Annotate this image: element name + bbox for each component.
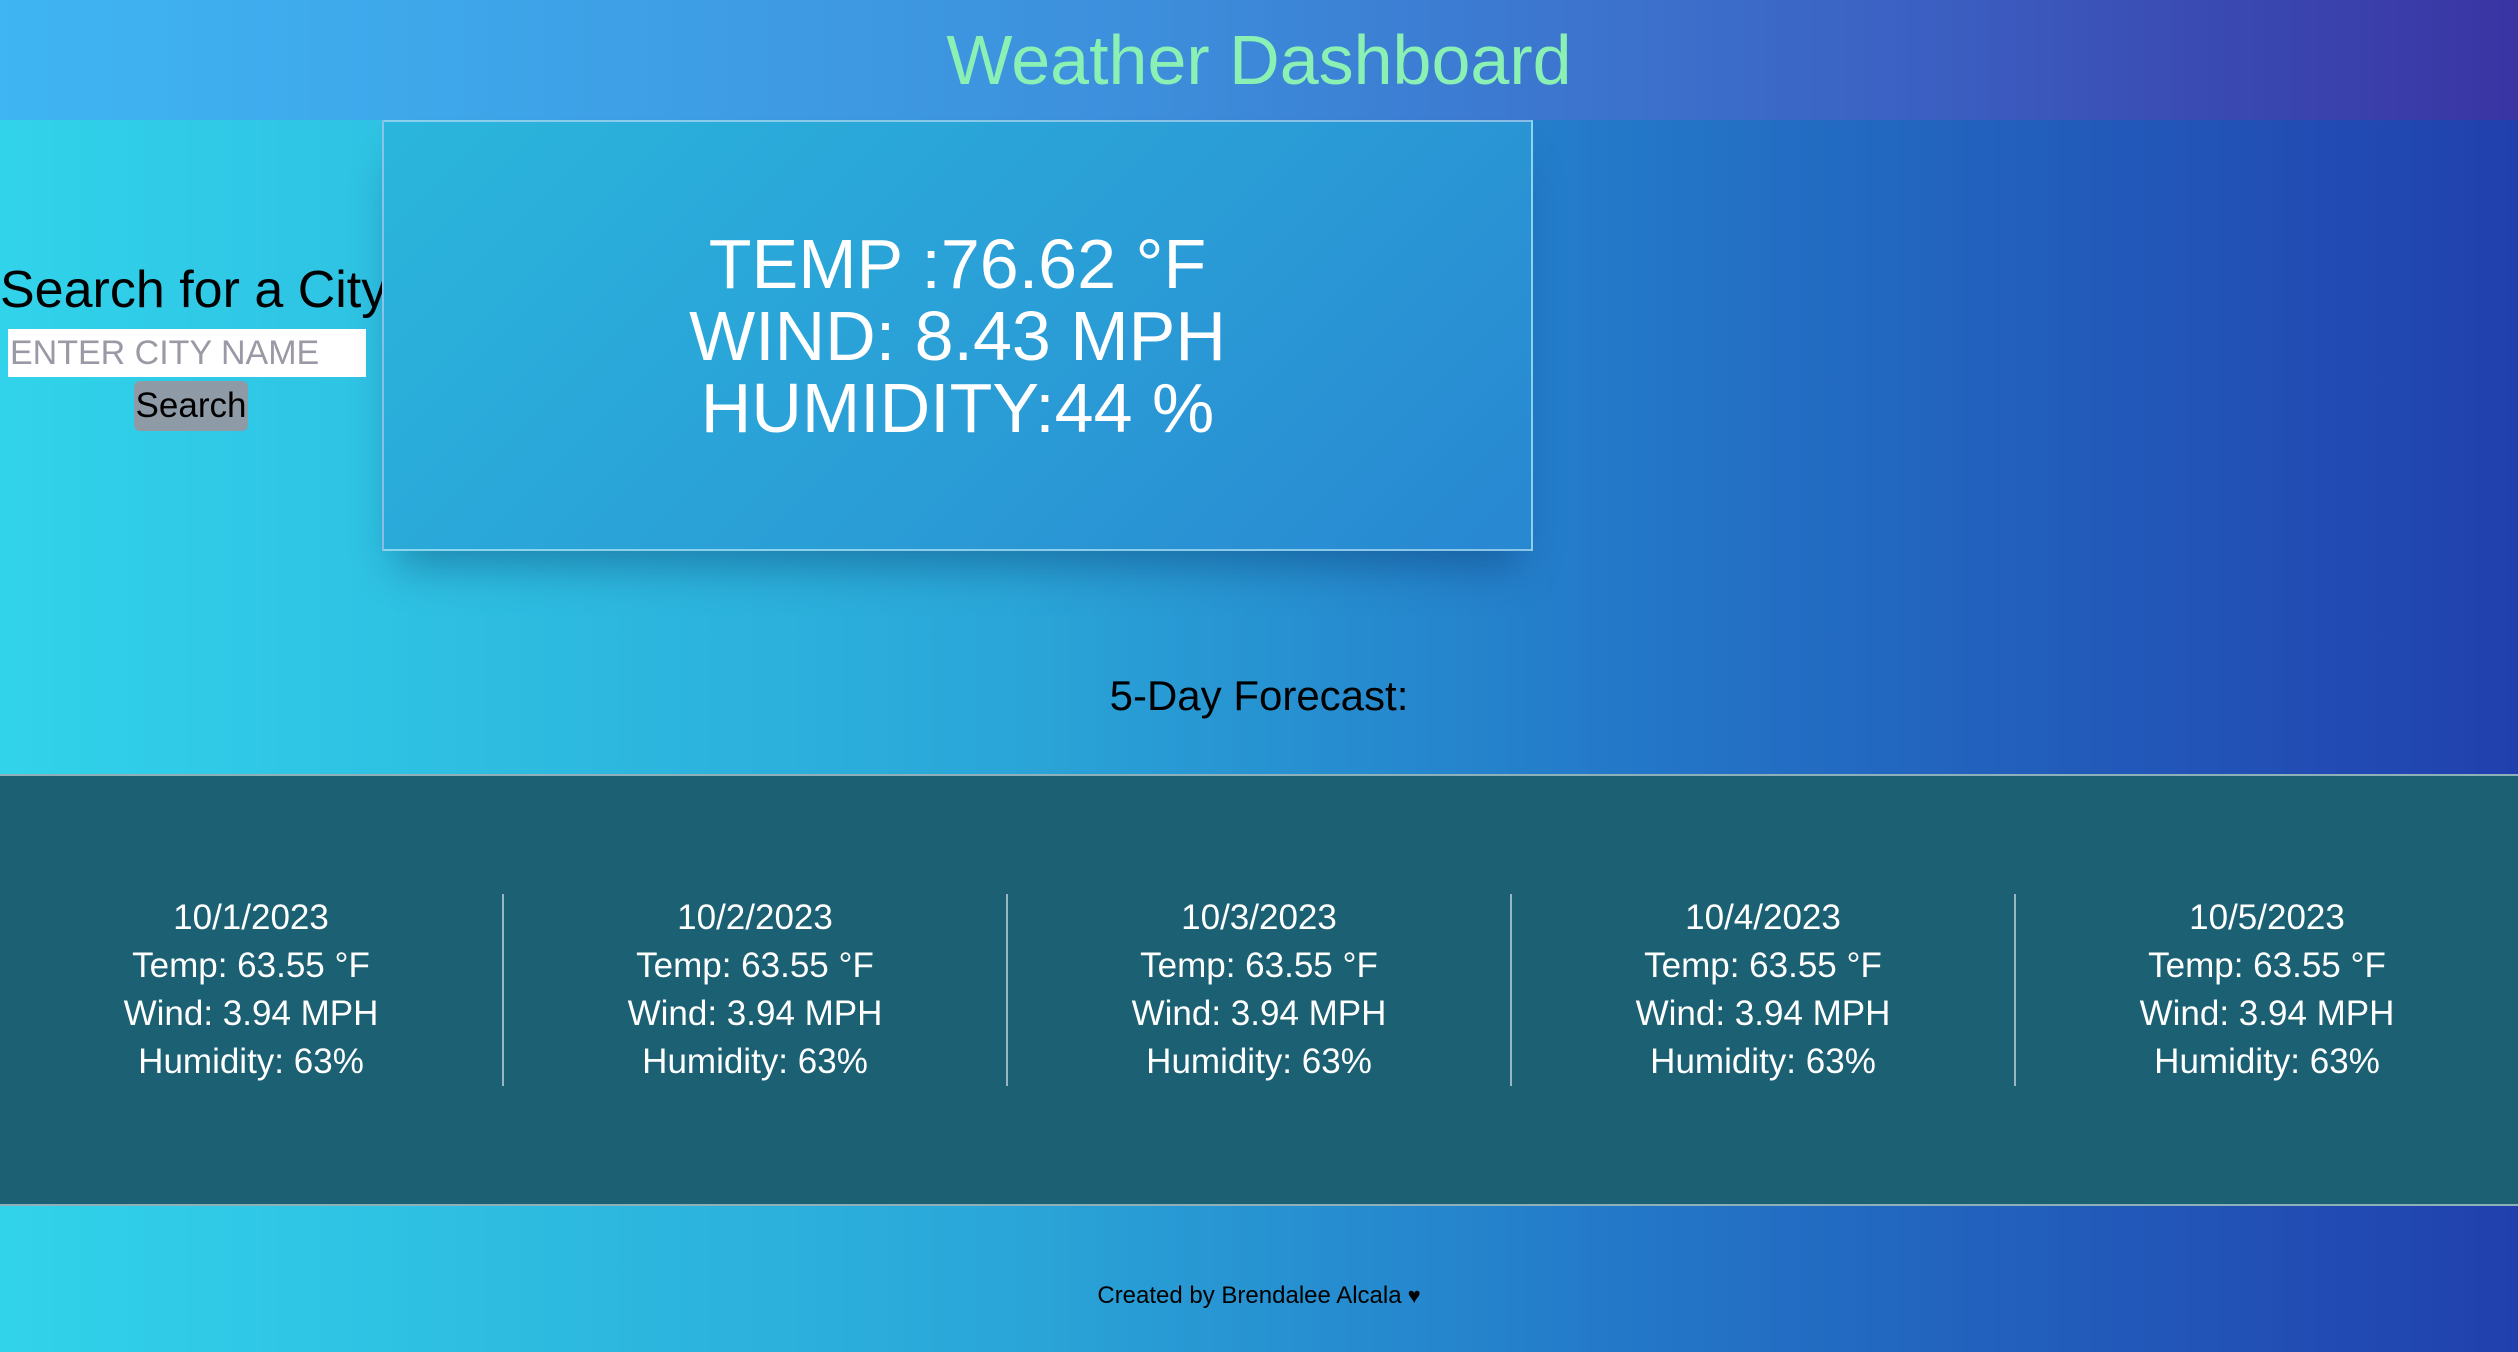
forecast-date: 10/3/2023 [1181,898,1337,937]
forecast-humidity: Humidity: 63% [1650,1042,1876,1081]
page-header: Weather Dashboard [0,0,2518,120]
heart-icon: ♥ [1407,1283,1421,1308]
forecast-humidity: Humidity: 63% [642,1042,868,1081]
forecast-date: 10/2/2023 [677,898,833,937]
page-title: Weather Dashboard [946,21,1572,99]
forecast-temp: Temp: 63.55 °F [1140,946,1378,985]
city-search-panel: Search for a City: Search [0,255,402,431]
forecast-temp: Temp: 63.55 °F [2148,946,2386,985]
forecast-temp: Temp: 63.55 °F [1644,946,1882,985]
current-humidity: HUMIDITY:44 % [700,368,1215,447]
forecast-day-card: 10/1/2023 Temp: 63.55 °F Wind: 3.94 MPH … [0,894,502,1086]
search-label: Search for a City: [0,261,402,319]
current-weather-card: TEMP :76.62 °F WIND: 8.43 MPH HUMIDITY:4… [382,120,1533,551]
forecast-wind: Wind: 3.94 MPH [2139,994,2395,1033]
page-footer: Created by Brendalee Alcala ♥ [0,1282,2518,1310]
forecast-day-card: 10/3/2023 Temp: 63.55 °F Wind: 3.94 MPH … [1006,894,1510,1086]
forecast-humidity: Humidity: 63% [1146,1042,1372,1081]
current-temp: TEMP :76.62 °F [708,224,1207,303]
forecast-temp: Temp: 63.55 °F [132,946,370,985]
forecast-day-card: 10/5/2023 Temp: 63.55 °F Wind: 3.94 MPH … [2014,894,2518,1086]
current-wind: WIND: 8.43 MPH [689,296,1226,375]
forecast-row: 10/1/2023 Temp: 63.55 °F Wind: 3.94 MPH … [0,774,2518,1206]
forecast-title: 5-Day Forecast: [1109,672,1409,719]
forecast-humidity: Humidity: 63% [2154,1042,2380,1081]
footer-credit: Created by Brendalee Alcala [1097,1282,1402,1309]
forecast-wind: Wind: 3.94 MPH [1635,994,1891,1033]
forecast-date: 10/1/2023 [173,898,329,937]
forecast-date: 10/5/2023 [2189,898,2345,937]
forecast-temp: Temp: 63.55 °F [636,946,874,985]
forecast-humidity: Humidity: 63% [138,1042,364,1081]
forecast-wind: Wind: 3.94 MPH [627,994,883,1033]
forecast-wind: Wind: 3.94 MPH [1131,994,1387,1033]
search-button[interactable]: Search [133,381,249,431]
city-search-input[interactable] [8,329,366,377]
forecast-day-card: 10/4/2023 Temp: 63.55 °F Wind: 3.94 MPH … [1510,894,2014,1086]
forecast-wind: Wind: 3.94 MPH [123,994,379,1033]
forecast-day-card: 10/2/2023 Temp: 63.55 °F Wind: 3.94 MPH … [502,894,1006,1086]
forecast-date: 10/4/2023 [1685,898,1841,937]
